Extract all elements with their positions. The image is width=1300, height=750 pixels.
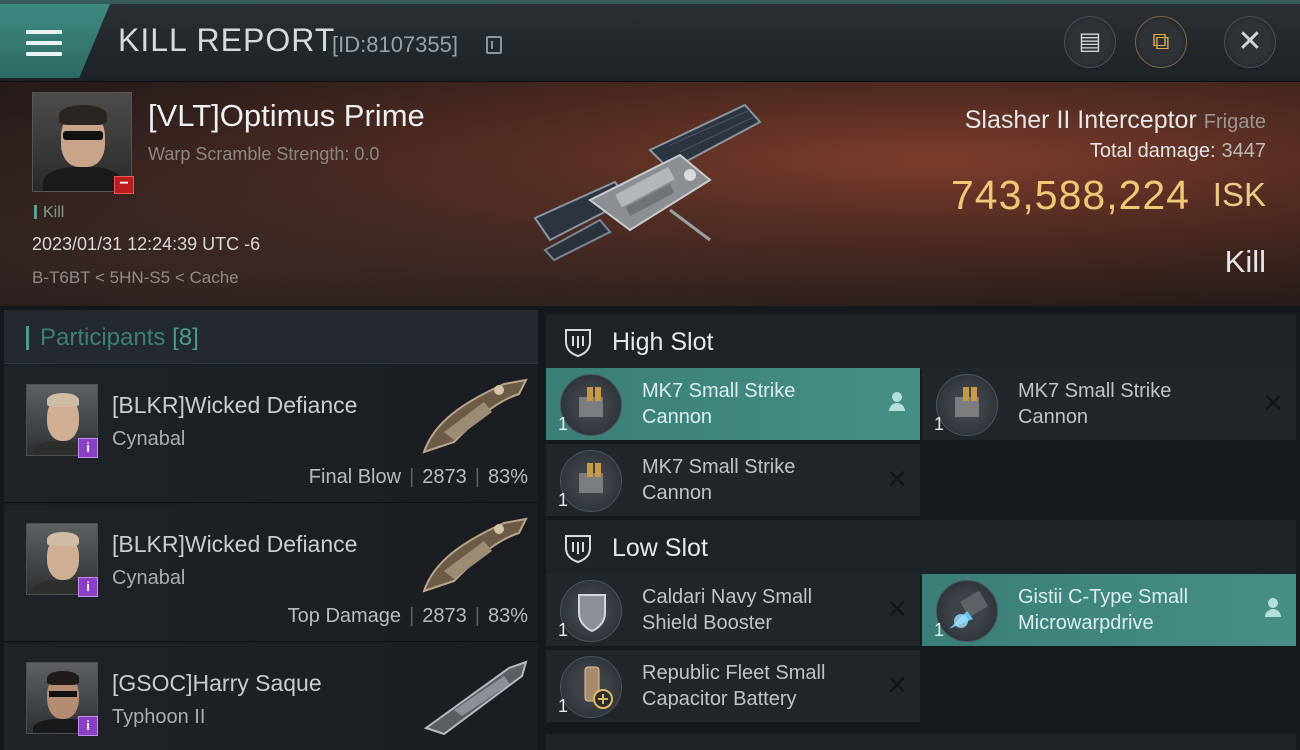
low-slot-header: Low Slot [546, 520, 1296, 576]
total-damage-label: Total damage: [1089, 140, 1216, 162]
participants-title: Participants [8] [40, 324, 199, 351]
victim-ship-image [533, 103, 762, 262]
participant-percent: 83% [487, 466, 528, 488]
menu-button[interactable] [0, 4, 110, 78]
participant-row[interactable]: i [BLKR]Wicked Defiance Cynabal Final Bl… [4, 366, 538, 503]
module-name: MK7 Small Strike Cannon [642, 456, 796, 504]
share-button[interactable]: ⧉ [1135, 16, 1187, 68]
close-icon: ✕ [1237, 25, 1263, 58]
module-name: MK7 Small Strike Cannon [642, 380, 796, 428]
module-name: Gistii C-Type Small Microwarpdrive [1018, 586, 1189, 634]
participants-panel: Participants [8] i [BLKR]Wicked Defiance… [4, 310, 538, 750]
module-quantity: 1 [934, 414, 945, 434]
participant-ship: Cynabal [112, 567, 186, 589]
info-badge-icon: i [78, 577, 98, 597]
high-slot-icon [565, 329, 591, 358]
notes-icon: ▤ [1078, 28, 1102, 55]
module-quantity: 1 [934, 620, 945, 640]
capacitor-battery-icon [560, 656, 622, 718]
module-name: Caldari Navy Small Shield Booster [642, 586, 813, 634]
module-slot[interactable]: 1 Gistii C-Type Small Microwarpdrive [922, 574, 1296, 646]
participant-name: [BLKR]Wicked Defiance [112, 392, 358, 418]
participant-ship: Cynabal [112, 428, 186, 450]
participant-damage: 2873 [422, 605, 467, 627]
module-name: Republic Fleet Small Capacitor Battery [642, 662, 826, 710]
participants-count: [8] [172, 324, 199, 351]
high-slot-label: High Slot [612, 328, 714, 356]
participant-name: [GSOC]Harry Saque [112, 670, 322, 696]
kill-location[interactable]: B-T6BT < 5HN-S5 < Cache [32, 268, 239, 288]
info-badge-icon: i [78, 716, 98, 736]
destroyed-x-icon: ✕ [886, 464, 908, 494]
participant-ship-image [422, 517, 528, 593]
cannon-module-icon [560, 450, 622, 512]
info-badge-icon: i [78, 438, 98, 458]
module-quantity: 1 [558, 490, 569, 510]
hamburger-menu-icon [26, 30, 62, 58]
destroyed-x-icon: ✕ [886, 670, 908, 700]
participant-role: Final Blow [308, 466, 402, 488]
participant-role: Top Damage [287, 605, 402, 627]
module-quantity: 1 [558, 620, 569, 640]
total-damage-value: 3447 [1221, 140, 1267, 162]
victim-ship-class: Frigate [1203, 111, 1266, 133]
participant-ship-image [423, 660, 528, 736]
page-title: KILL REPORT [118, 22, 336, 58]
participant-ship-image [422, 378, 528, 454]
report-id: [ID:8107355] [332, 32, 458, 57]
destroyed-x-icon: ✕ [886, 594, 908, 624]
hostile-badge-icon: − [114, 176, 134, 194]
participant-stats: Final Blow | 2873 | 83% [308, 466, 528, 488]
victim-ship[interactable]: Slasher II Interceptor Frigate [965, 106, 1266, 135]
victim-name[interactable]: [VLT]Optimus Prime [148, 98, 425, 134]
copy-icon[interactable] [486, 36, 502, 54]
victim-banner: − [VLT]Optimus Prime Warp Scramble Stren… [0, 82, 1300, 306]
participants-header: Participants [8] [4, 310, 538, 364]
low-slot-icon [565, 535, 591, 564]
shield-booster-icon [560, 580, 622, 642]
share-icon: ⧉ [1152, 28, 1170, 55]
warp-scramble-strength: Warp Scramble Strength: 0.0 [148, 144, 380, 164]
low-slot-label: Low Slot [612, 534, 708, 562]
participant-row[interactable]: i [BLKR]Wicked Defiance Cynabal Top Dama… [4, 505, 538, 642]
top-bar: KILL REPORT [ID:8107355] ▤ ⧉ ✕ [0, 0, 1300, 82]
next-slot-header [546, 734, 1296, 750]
participant-ship: Typhoon II [112, 706, 206, 728]
participant-name: [BLKR]Wicked Defiance [112, 531, 358, 557]
destroyed-x-icon: ✕ [1262, 388, 1284, 418]
isk-label: ISK [1212, 176, 1266, 213]
isk-value: 743,588,224 [950, 172, 1190, 218]
fitting-panel: High Slot 1 MK7 Small Strike Cannon 1 MK… [542, 310, 1300, 750]
module-slot[interactable]: 1 Caldari Navy Small Shield Booster ✕ [546, 574, 920, 646]
notes-button[interactable]: ▤ [1064, 16, 1116, 68]
participant-stats: Top Damage | 2873 | 83% [287, 605, 528, 627]
kill-tag: Kill [34, 204, 64, 222]
participant-percent: 83% [487, 605, 528, 627]
module-slot[interactable]: 1 MK7 Small Strike Cannon ✕ [546, 444, 920, 516]
dropped-person-icon [888, 392, 906, 412]
module-quantity: 1 [558, 696, 569, 716]
cannon-module-icon [560, 374, 622, 436]
module-quantity: 1 [558, 414, 569, 434]
module-name: MK7 Small Strike Cannon [1018, 380, 1172, 428]
cannon-module-icon [936, 374, 998, 436]
module-slot[interactable]: 1 MK7 Small Strike Cannon ✕ [922, 368, 1296, 440]
close-button[interactable]: ✕ [1224, 16, 1276, 68]
microwarpdrive-icon [936, 580, 998, 642]
participant-damage: 2873 [422, 466, 467, 488]
module-slot[interactable]: 1 Republic Fleet Small Capacitor Battery… [546, 650, 920, 722]
dropped-person-icon [1264, 598, 1282, 618]
victim-ship-name: Slasher II Interceptor [964, 106, 1197, 134]
total-damage: Total damage: 3447 [1090, 140, 1266, 163]
kill-datetime: 2023/01/31 12:24:39 UTC -6 [32, 234, 261, 254]
kill-result: Kill [1224, 244, 1266, 279]
participant-row[interactable]: i [GSOC]Harry Saque Typhoon II [4, 644, 538, 750]
high-slot-header: High Slot [546, 314, 1296, 370]
module-slot[interactable]: 1 MK7 Small Strike Cannon [546, 368, 920, 440]
